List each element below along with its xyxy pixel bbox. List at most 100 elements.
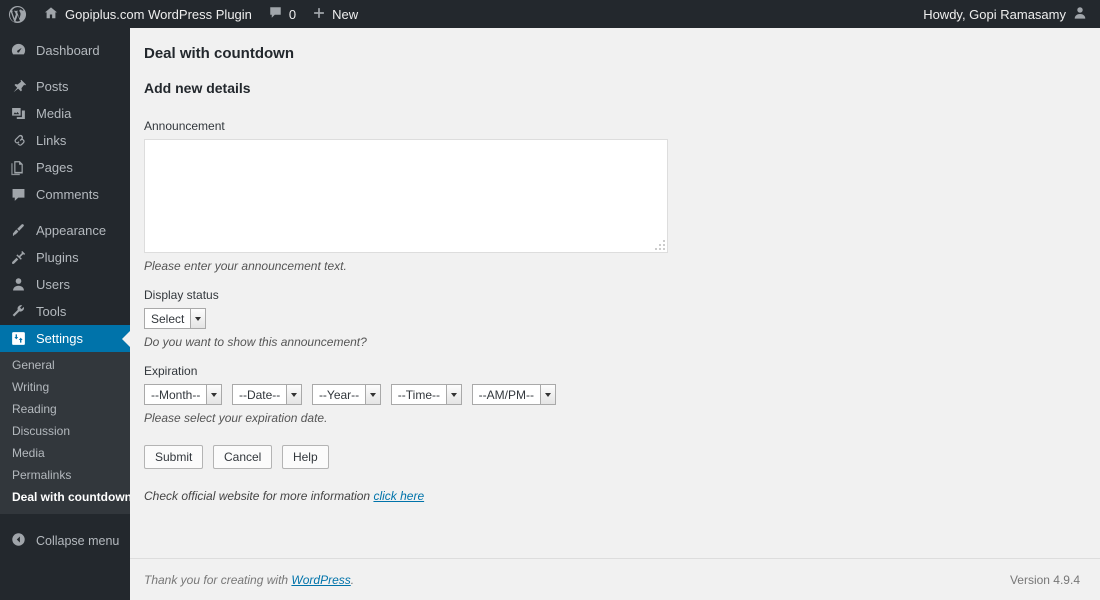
new-content-menu[interactable]: New xyxy=(304,0,366,28)
howdy-label: Howdy, Gopi Ramasamy xyxy=(923,6,1066,22)
sidebar-label: Comments xyxy=(36,187,99,202)
chevron-down-icon xyxy=(539,385,555,404)
sidebar-label: Pages xyxy=(36,160,73,175)
wrench-icon xyxy=(10,303,27,320)
help-button[interactable]: Help xyxy=(281,445,329,469)
announcement-input[interactable] xyxy=(144,139,668,253)
sidebar-label: Dashboard xyxy=(36,43,100,58)
display-status-value: Select xyxy=(151,311,185,326)
announcement-field-wrapper xyxy=(144,139,668,253)
page-title: Deal with countdown xyxy=(144,45,294,62)
expiration-row: --Month-- --Date-- --Year-- --Time-- --A… xyxy=(144,384,1100,405)
dashboard-icon xyxy=(10,42,27,59)
sidebar-item-dashboard[interactable]: Dashboard xyxy=(0,37,130,64)
plus-icon xyxy=(312,6,326,23)
display-status-row: Select xyxy=(144,308,1100,329)
site-name-label: Gopiplus.com WordPress Plugin xyxy=(65,6,252,22)
sidebar-item-tools[interactable]: Tools xyxy=(0,298,130,325)
cancel-button[interactable]: Cancel xyxy=(212,445,273,469)
chevron-down-icon xyxy=(365,385,381,404)
wp-logo-menu[interactable] xyxy=(0,0,35,28)
collapse-menu-button[interactable]: Collapse menu xyxy=(0,528,130,554)
link-icon xyxy=(10,132,27,149)
footer-thanks: Thank you for creating with WordPress. xyxy=(144,573,354,587)
admin-sidebar-menu: Dashboard Posts Media Links Pages Commen… xyxy=(0,28,132,600)
sidebar-label: Tools xyxy=(36,304,67,319)
comment-bubble-icon xyxy=(268,5,283,23)
announcement-label: Announcement xyxy=(144,119,225,133)
submenu-item-reading[interactable]: Reading xyxy=(0,398,130,420)
announcement-hint: Please enter your announcement text. xyxy=(144,259,347,273)
settings-sliders-icon xyxy=(10,330,27,347)
pin-icon xyxy=(10,78,27,95)
sidebar-item-pages[interactable]: Pages xyxy=(0,154,130,181)
footer-thanks-suffix: . xyxy=(350,572,355,587)
menu-spacer-2 xyxy=(0,208,130,217)
chevron-down-icon xyxy=(286,385,302,404)
collapse-arrow-icon xyxy=(10,531,27,551)
footer-thanks-prefix: Thank you for creating with xyxy=(144,572,292,587)
sidebar-item-media[interactable]: Media xyxy=(0,100,130,127)
sidebar-item-appearance[interactable]: Appearance xyxy=(0,217,130,244)
sidebar-item-posts[interactable]: Posts xyxy=(0,73,130,100)
my-account-menu[interactable]: Howdy, Gopi Ramasamy xyxy=(915,0,1100,28)
user-avatar-icon xyxy=(1072,5,1088,24)
menu-spacer-top xyxy=(0,28,130,37)
expiration-year-value: --Year-- xyxy=(318,387,360,402)
sidebar-label: Users xyxy=(36,277,70,292)
section-title: Add new details xyxy=(144,80,251,96)
main-content: Deal with countdown Add new details Anno… xyxy=(130,28,1100,600)
sidebar-item-plugins[interactable]: Plugins xyxy=(0,244,130,271)
submenu-item-general[interactable]: General xyxy=(0,354,130,376)
sidebar-label: Plugins xyxy=(36,250,79,265)
submenu-item-deal-with-countdown[interactable]: Deal with countdown xyxy=(0,486,132,508)
expiration-month-select[interactable]: --Month-- xyxy=(144,384,223,405)
sidebar-label: Settings xyxy=(36,331,83,346)
comments-menu[interactable]: 0 xyxy=(260,0,304,28)
admin-footer: Thank you for creating with WordPress. V… xyxy=(130,558,1100,600)
sidebar-item-settings[interactable]: Settings xyxy=(0,325,130,352)
sidebar-item-users[interactable]: Users xyxy=(0,271,130,298)
media-icon xyxy=(10,105,27,122)
chevron-down-icon xyxy=(206,385,222,404)
wordpress-link[interactable]: WordPress xyxy=(291,573,350,587)
comment-bubble-icon xyxy=(10,186,27,203)
submenu-item-permalinks[interactable]: Permalinks xyxy=(0,464,130,486)
expiration-date-select[interactable]: --Date-- xyxy=(231,384,303,405)
menu-spacer-1 xyxy=(0,64,130,73)
expiration-year-select[interactable]: --Year-- xyxy=(311,384,382,405)
footer-version: Version 4.9.4 xyxy=(1009,572,1080,587)
pages-icon xyxy=(10,159,27,176)
sidebar-item-links[interactable]: Links xyxy=(0,127,130,154)
wordpress-logo-icon xyxy=(8,5,27,24)
expiration-ampm-value: --AM/PM-- xyxy=(478,387,534,402)
paintbrush-icon xyxy=(10,222,27,239)
site-name-menu[interactable]: Gopiplus.com WordPress Plugin xyxy=(35,0,260,28)
user-icon xyxy=(10,276,27,293)
display-status-select[interactable]: Select xyxy=(144,308,207,329)
form-actions: Submit Cancel Help xyxy=(144,445,1100,469)
home-icon xyxy=(43,5,59,24)
comments-count: 0 xyxy=(288,6,297,22)
sidebar-item-comments[interactable]: Comments xyxy=(0,181,130,208)
official-website-link[interactable]: click here xyxy=(373,489,424,503)
sidebar-label: Appearance xyxy=(36,223,107,238)
collapse-menu-label: Collapse menu xyxy=(36,534,120,548)
submit-button[interactable]: Submit xyxy=(144,445,204,469)
submenu-item-media[interactable]: Media xyxy=(0,442,130,464)
expiration-time-select[interactable]: --Time-- xyxy=(390,384,463,405)
expiration-month-value: --Month-- xyxy=(151,387,201,402)
current-menu-pointer xyxy=(122,330,130,347)
chevron-down-icon xyxy=(446,385,462,404)
chevron-down-icon xyxy=(190,309,206,328)
expiration-hint: Please select your expiration date. xyxy=(144,411,328,425)
submenu-item-discussion[interactable]: Discussion xyxy=(0,420,130,442)
expiration-label: Expiration xyxy=(144,364,198,378)
display-status-hint: Do you want to show this announcement? xyxy=(144,335,367,349)
sidebar-label: Media xyxy=(36,106,72,121)
official-website-text: Check official website for more informat… xyxy=(144,489,374,503)
submenu-item-writing[interactable]: Writing xyxy=(0,376,130,398)
expiration-time-value: --Time-- xyxy=(397,387,441,402)
expiration-ampm-select[interactable]: --AM/PM-- xyxy=(471,384,556,405)
display-status-label: Display status xyxy=(144,288,219,302)
